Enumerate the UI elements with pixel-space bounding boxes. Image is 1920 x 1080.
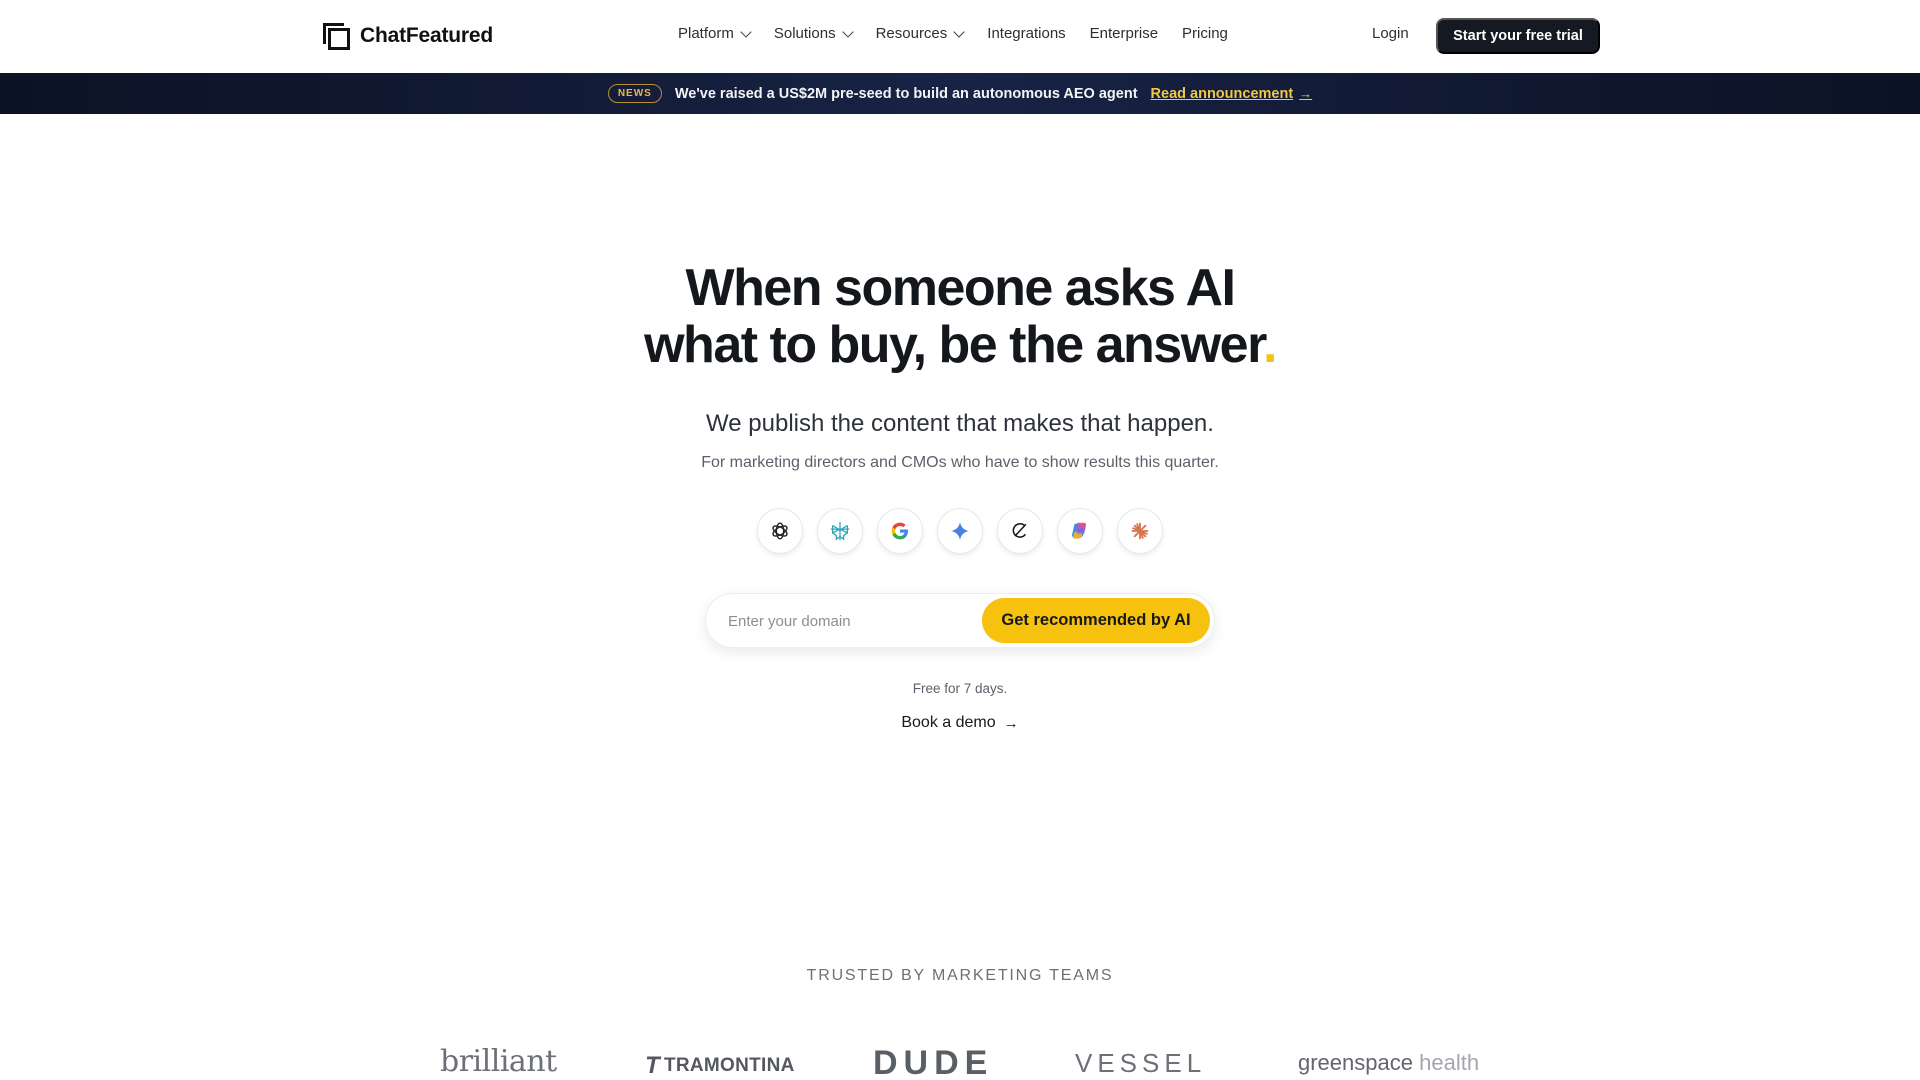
claude-icon (1117, 508, 1163, 554)
nav-item-pricing[interactable]: Pricing (1182, 25, 1228, 42)
chevron-down-icon (841, 25, 854, 38)
nav-item-label: Pricing (1182, 25, 1228, 42)
brand-logo-text-light: health (1419, 1050, 1480, 1075)
hero-subtitle: We publish the content that makes that h… (706, 410, 1214, 437)
get-recommended-button[interactable]: Get recommended by AI (982, 598, 1210, 643)
nav-item-label: Enterprise (1089, 25, 1159, 42)
start-free-trial-button[interactable]: Start your free trial (1436, 18, 1600, 54)
read-announcement-link[interactable]: Read announcement → (1151, 86, 1313, 102)
logo[interactable]: ChatFeatured (323, 22, 493, 50)
nav-item-label: Resources (875, 25, 948, 42)
brand-logo-text: greenspace (1298, 1050, 1413, 1075)
gemini-icon (937, 508, 983, 554)
chevron-down-icon (740, 25, 752, 38)
free-trial-note: Free for 7 days. (912, 681, 1008, 696)
book-demo-label: Book a demo (901, 714, 996, 731)
trusted-heading: TRUSTED BY MARKETING TEAMS (806, 967, 1114, 984)
logo-icon (323, 22, 350, 50)
nav-item-resources[interactable]: Resources (875, 25, 965, 42)
news-text: We've raised a US$2M pre-seed to build a… (674, 85, 1138, 102)
book-demo-link[interactable]: Book a demo → (0, 714, 1920, 732)
nav-item-solutions[interactable]: Solutions (773, 25, 854, 42)
copilot-icon (1057, 508, 1103, 554)
news-banner: NEWS We've raised a US$2M pre-seed to bu… (0, 73, 1920, 114)
domain-form: Get recommended by AI (705, 593, 1215, 648)
brand-logo-greenspace: greenspace health (1298, 1050, 1479, 1076)
chatgpt-icon (757, 508, 803, 554)
chevron-down-icon (953, 25, 965, 38)
brand-logo-text: TRAMONTINA (663, 1055, 795, 1076)
perplexity-icon (817, 508, 863, 554)
top-nav: ChatFeatured Platform Solutions Resource… (0, 0, 1920, 73)
nav-item-enterprise[interactable]: Enterprise (1090, 25, 1158, 42)
main-menu: Platform Solutions Resources Integration… (678, 25, 1228, 42)
arrow-right-icon: → (1003, 714, 1019, 732)
news-badge: NEWS (607, 84, 662, 103)
brand-logo-tramontina: T TRAMONTINA (645, 1052, 795, 1080)
hero-title-dot: . (1262, 316, 1277, 374)
arrow-right-icon: → (1299, 86, 1313, 101)
brand-logo-vessel: VESSEL (1075, 1048, 1207, 1078)
hero-title-line2: what to buy, be the answer (644, 316, 1264, 374)
brand-logo-brilliant: brilliant (440, 1044, 557, 1079)
logo-text: ChatFeatured (360, 24, 493, 47)
domain-input[interactable] (728, 609, 968, 633)
brand-logo-dude: DUDE (873, 1044, 994, 1080)
nav-item-integrations[interactable]: Integrations (987, 25, 1065, 42)
nav-item-label: Integrations (987, 25, 1066, 42)
read-announcement-label: Read announcement (1150, 85, 1294, 102)
ai-platform-icons (757, 508, 1163, 554)
nav-item-label: Platform (678, 25, 734, 42)
hero-subtext: For marketing directors and CMOs who hav… (701, 454, 1219, 471)
nav-item-platform[interactable]: Platform (678, 25, 752, 42)
nav-item-label: Solutions (773, 25, 836, 42)
brand-logos: brilliant T TRAMONTINA DUDE VESSEL green… (0, 1044, 1920, 1080)
login-link[interactable]: Login (1372, 25, 1409, 42)
hero-title: When someone asks AI what to buy, be the… (0, 260, 1920, 374)
grok-icon (997, 508, 1043, 554)
google-icon (877, 508, 923, 554)
tramontina-mark-icon: T (645, 1052, 660, 1079)
hero-title-line1: When someone asks AI (685, 259, 1236, 317)
